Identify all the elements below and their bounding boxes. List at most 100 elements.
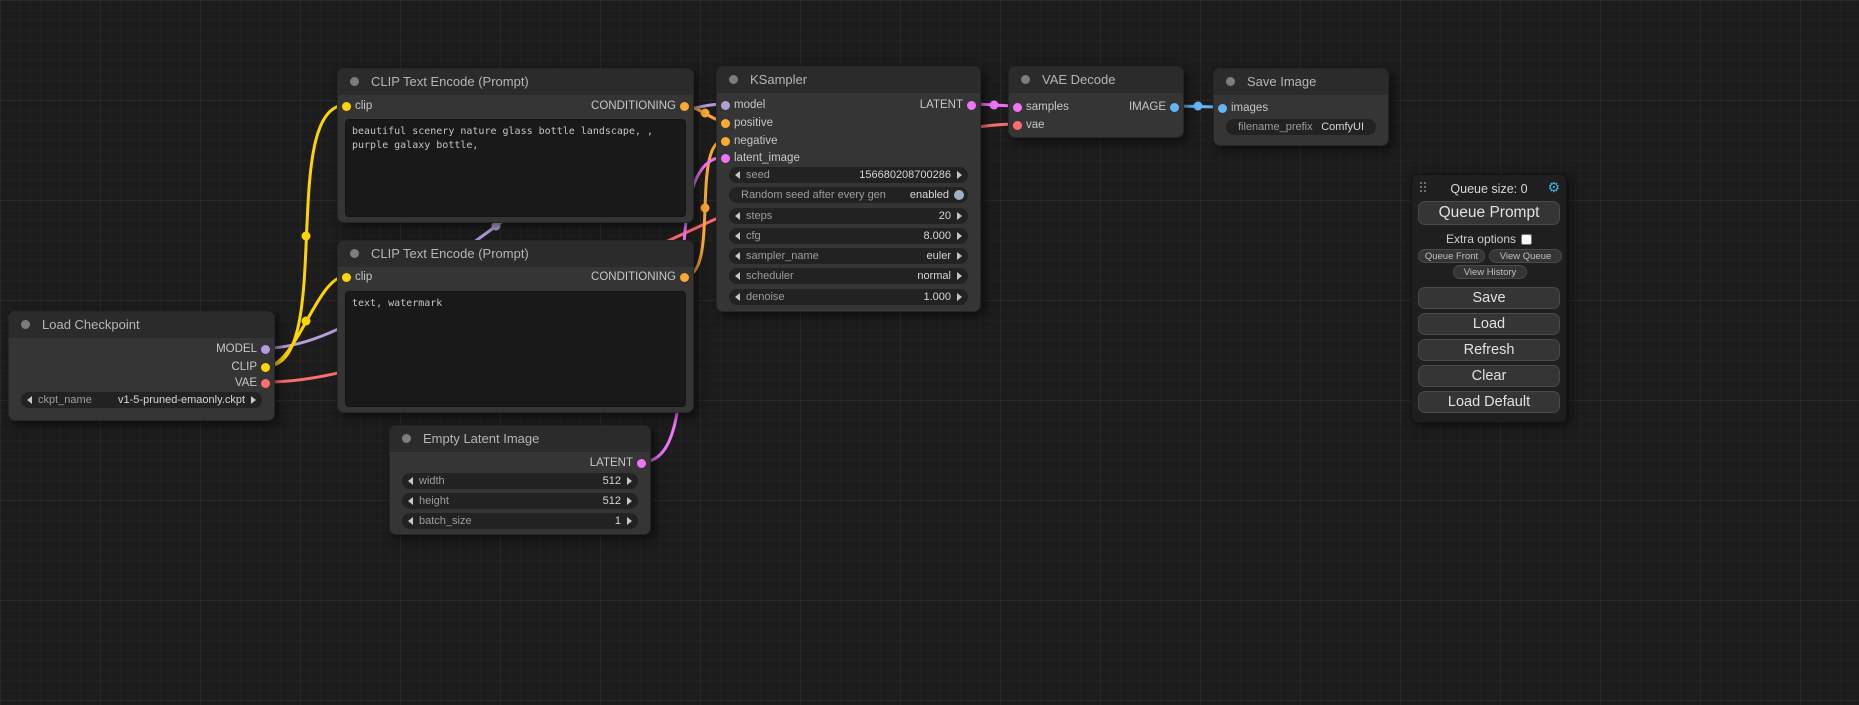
increment-arrow-icon[interactable]	[957, 232, 962, 240]
increment-arrow-icon[interactable]	[957, 212, 962, 220]
node-title: CLIP Text Encode (Prompt)	[371, 246, 529, 261]
decrement-arrow-icon[interactable]	[735, 232, 740, 240]
node-empty-latent-image[interactable]: Empty Latent Image LATENT width 512 heig…	[389, 425, 651, 535]
increment-arrow-icon[interactable]	[627, 497, 632, 505]
collapse-dot-icon[interactable]	[350, 249, 359, 258]
decrement-arrow-icon[interactable]	[408, 517, 413, 525]
node-title-bar[interactable]: CLIP Text Encode (Prompt)	[338, 241, 693, 267]
widget-value: 20	[939, 208, 951, 224]
widget-value: ComfyUI	[1321, 119, 1364, 135]
node-load-checkpoint[interactable]: Load Checkpoint MODEL CLIP VAE ckpt_name…	[8, 311, 275, 421]
save-button[interactable]: Save	[1418, 287, 1560, 309]
node-clip-text-encode-positive[interactable]: CLIP Text Encode (Prompt) clip CONDITION…	[337, 68, 694, 223]
load-default-button[interactable]: Load Default	[1418, 391, 1560, 413]
node-clip-text-encode-negative[interactable]: CLIP Text Encode (Prompt) clip CONDITION…	[337, 240, 694, 413]
conditioning-output-pin[interactable]	[680, 273, 689, 282]
node-title-bar[interactable]: KSampler	[717, 67, 980, 93]
decrement-arrow-icon[interactable]	[735, 171, 740, 179]
image-output-pin[interactable]	[1170, 103, 1179, 112]
model-output-pin[interactable]	[261, 345, 270, 354]
latent-output-pin[interactable]	[967, 101, 976, 110]
seed-widget[interactable]: seed 156680208700286	[729, 167, 968, 183]
node-title: Load Checkpoint	[42, 317, 140, 332]
collapse-dot-icon[interactable]	[729, 75, 738, 84]
filename-prefix-widget[interactable]: filename_prefix ComfyUI	[1226, 119, 1376, 135]
queue-front-button[interactable]: Queue Front	[1418, 249, 1485, 263]
node-title-bar[interactable]: CLIP Text Encode (Prompt)	[338, 69, 693, 95]
prompt-textarea[interactable]: text, watermark	[345, 291, 686, 407]
output-slot-latent: LATENT	[717, 98, 980, 112]
queue-prompt-button[interactable]: Queue Prompt	[1418, 201, 1560, 225]
steps-widget[interactable]: steps 20	[729, 208, 968, 224]
increment-arrow-icon[interactable]	[957, 293, 962, 301]
settings-gear-icon[interactable]: ⚙	[1547, 179, 1560, 196]
input-slot-latent-image: latent_image	[717, 151, 980, 165]
node-ksampler[interactable]: KSampler model LATENT positive negative …	[716, 66, 981, 312]
toggle-dot-icon[interactable]	[954, 190, 964, 200]
clear-button[interactable]: Clear	[1418, 365, 1560, 387]
prompt-textarea[interactable]: beautiful scenery nature glass bottle la…	[345, 119, 686, 217]
increment-arrow-icon[interactable]	[627, 477, 632, 485]
vae-input-pin[interactable]	[1013, 121, 1022, 130]
node-title-bar[interactable]: Save Image	[1214, 69, 1388, 95]
input-slot-vae: vae	[1009, 118, 1183, 132]
latent-output-pin[interactable]	[637, 459, 646, 468]
decrement-arrow-icon[interactable]	[408, 497, 413, 505]
queue-panel: Queue size: 0 ⚙ Queue Prompt Extra optio…	[1411, 174, 1567, 423]
widget-label: seed	[746, 167, 770, 183]
increment-arrow-icon[interactable]	[957, 171, 962, 179]
decrement-arrow-icon[interactable]	[735, 212, 740, 220]
positive-input-pin[interactable]	[721, 119, 730, 128]
random-seed-toggle-widget[interactable]: Random seed after every gen enabled	[729, 187, 968, 203]
refresh-button[interactable]: Refresh	[1418, 339, 1560, 361]
collapse-dot-icon[interactable]	[1021, 75, 1030, 84]
images-input-pin[interactable]	[1218, 104, 1227, 113]
width-widget[interactable]: width 512	[402, 473, 638, 489]
decrement-arrow-icon[interactable]	[27, 396, 32, 404]
scheduler-widget[interactable]: scheduler normal	[729, 268, 968, 284]
collapse-dot-icon[interactable]	[350, 77, 359, 86]
link-midpoint-dot	[990, 101, 999, 110]
output-slot-clip: CLIP	[9, 360, 274, 374]
cfg-widget[interactable]: cfg 8.000	[729, 228, 968, 244]
height-widget[interactable]: height 512	[402, 493, 638, 509]
extra-options-checkbox[interactable]	[1521, 234, 1532, 245]
view-history-button[interactable]: View History	[1453, 265, 1527, 279]
queue-size-label: Queue size: 0	[1418, 180, 1560, 198]
slot-label: LATENT	[920, 99, 963, 111]
sampler-name-widget[interactable]: sampler_name euler	[729, 248, 968, 264]
node-graph-canvas[interactable]: Load Checkpoint MODEL CLIP VAE ckpt_name…	[0, 0, 1859, 705]
node-save-image[interactable]: Save Image images filename_prefix ComfyU…	[1213, 68, 1389, 146]
output-slot-conditioning: CONDITIONING	[338, 270, 693, 284]
view-queue-button[interactable]: View Queue	[1489, 249, 1562, 263]
widget-label: height	[419, 493, 449, 509]
increment-arrow-icon[interactable]	[957, 272, 962, 280]
increment-arrow-icon[interactable]	[957, 252, 962, 260]
decrement-arrow-icon[interactable]	[408, 477, 413, 485]
negative-input-pin[interactable]	[721, 137, 730, 146]
output-slot-latent: LATENT	[390, 456, 650, 470]
load-button[interactable]: Load	[1418, 313, 1560, 335]
node-title-bar[interactable]: Empty Latent Image	[390, 426, 650, 452]
node-title-bar[interactable]: Load Checkpoint	[9, 312, 274, 338]
slot-label: MODEL	[216, 343, 257, 355]
conditioning-output-pin[interactable]	[680, 102, 689, 111]
decrement-arrow-icon[interactable]	[735, 293, 740, 301]
collapse-dot-icon[interactable]	[402, 434, 411, 443]
decrement-arrow-icon[interactable]	[735, 272, 740, 280]
denoise-widget[interactable]: denoise 1.000	[729, 289, 968, 305]
increment-arrow-icon[interactable]	[627, 517, 632, 525]
decrement-arrow-icon[interactable]	[735, 252, 740, 260]
ckpt-name-widget[interactable]: ckpt_name v1-5-pruned-emaonly.ckpt	[21, 392, 262, 408]
batch-size-widget[interactable]: batch_size 1	[402, 513, 638, 529]
widget-value: enabled	[910, 187, 949, 203]
node-title-bar[interactable]: VAE Decode	[1009, 67, 1183, 93]
node-vae-decode[interactable]: VAE Decode samples IMAGE vae	[1008, 66, 1184, 138]
collapse-dot-icon[interactable]	[1226, 77, 1235, 86]
link-midpoint-dot	[701, 204, 710, 213]
vae-output-pin[interactable]	[261, 379, 270, 388]
clip-output-pin[interactable]	[261, 363, 270, 372]
collapse-dot-icon[interactable]	[21, 320, 30, 329]
latent-image-input-pin[interactable]	[721, 154, 730, 163]
increment-arrow-icon[interactable]	[251, 396, 256, 404]
